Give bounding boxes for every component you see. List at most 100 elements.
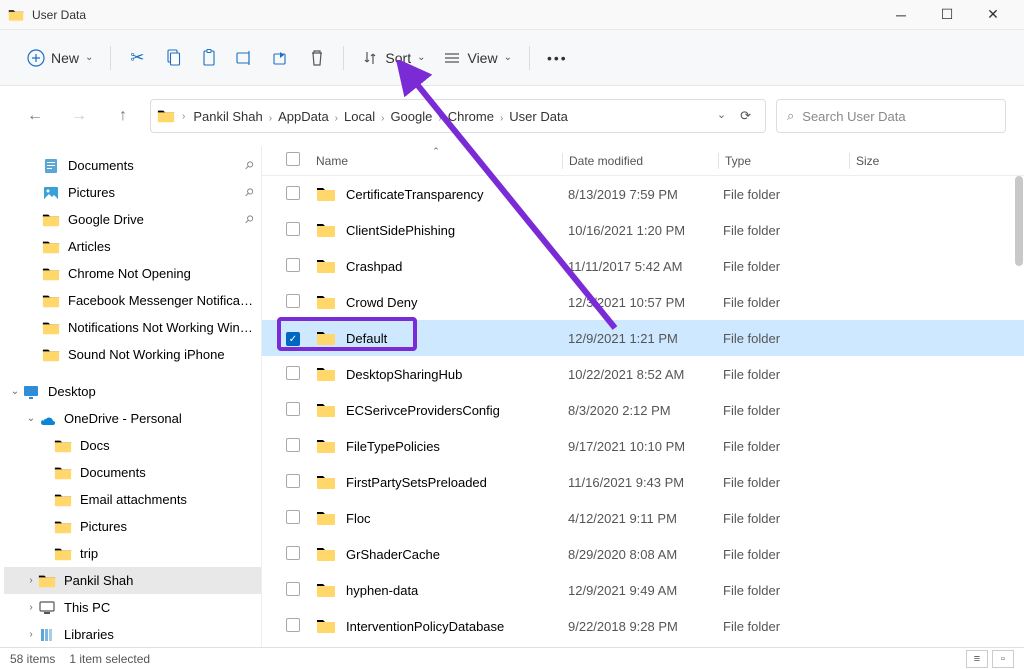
folder-icon [42, 347, 60, 363]
column-header-date[interactable]: Date modified [563, 154, 718, 168]
file-name: ClientSidePhishing [346, 223, 455, 238]
item-count: 58 items [10, 652, 55, 666]
forward-button[interactable]: → [62, 99, 96, 133]
table-row[interactable]: ECSerivceProvidersConfig 8/3/2020 2:12 P… [262, 392, 1024, 428]
breadcrumb-segment[interactable]: AppData [273, 106, 334, 127]
scissors-icon: ✂ [128, 49, 146, 67]
sidebar-tree-item[interactable]: Docs [4, 432, 261, 459]
column-header-name[interactable]: ⌃ Name [310, 154, 562, 168]
expand-icon[interactable]: ⌄ [24, 413, 38, 424]
column-header-type[interactable]: Type [719, 154, 849, 168]
sidebar-item[interactable]: Facebook Messenger Notifications [4, 287, 261, 314]
file-type: File folder [717, 583, 847, 598]
row-checkbox[interactable] [280, 582, 310, 599]
chevron-down-icon[interactable]: ⌄ [717, 108, 726, 124]
folder-icon [54, 519, 72, 535]
row-checkbox[interactable] [280, 258, 310, 275]
share-button[interactable] [263, 43, 299, 73]
sidebar-item[interactable]: Pictures⚲ [4, 179, 261, 206]
table-row[interactable]: FileTypePolicies 9/17/2021 10:10 PM File… [262, 428, 1024, 464]
scrollbar[interactable] [1015, 176, 1023, 266]
row-checkbox[interactable] [280, 510, 310, 527]
refresh-button[interactable]: ⟳ [732, 108, 759, 124]
sidebar-tree-item[interactable]: Documents [4, 459, 261, 486]
sidebar-item[interactable]: Documents⚲ [4, 152, 261, 179]
back-button[interactable]: ← [18, 99, 52, 133]
table-row[interactable]: CertificateTransparency 8/13/2019 7:59 P… [262, 176, 1024, 212]
file-list: ⌃ Name Date modified Type Size Certifica… [262, 146, 1024, 647]
row-checkbox[interactable] [280, 474, 310, 491]
table-row[interactable]: ✓ Default 12/9/2021 1:21 PM File folder [262, 320, 1024, 356]
sidebar-item-label: Facebook Messenger Notifications [68, 293, 253, 308]
close-button[interactable]: ✕ [970, 0, 1016, 30]
row-checkbox[interactable] [280, 366, 310, 383]
table-row[interactable]: FirstPartySetsPreloaded 11/16/2021 9:43 … [262, 464, 1024, 500]
row-checkbox[interactable]: ✓ [280, 330, 310, 347]
sidebar-tree-item[interactable]: trip [4, 540, 261, 567]
thumbnails-view-button[interactable]: ▫ [992, 650, 1014, 668]
more-button[interactable]: ••• [538, 44, 577, 72]
chevron-down-icon: ⌄ [504, 52, 512, 63]
row-checkbox[interactable] [280, 186, 310, 203]
onedrive-icon [38, 411, 56, 427]
details-view-button[interactable]: ≡ [966, 650, 988, 668]
sidebar-item[interactable]: Google Drive⚲ [4, 206, 261, 233]
column-header-size[interactable]: Size [850, 154, 930, 168]
table-row[interactable]: InterventionPolicyDatabase 9/22/2018 9:2… [262, 608, 1024, 644]
sidebar[interactable]: Documents⚲Pictures⚲Google Drive⚲Articles… [0, 146, 262, 647]
sidebar-tree-item[interactable]: Pictures [4, 513, 261, 540]
breadcrumb-segment[interactable]: User Data [504, 106, 573, 127]
view-icon [443, 49, 461, 67]
sidebar-item[interactable]: Notifications Not Working Windows [4, 314, 261, 341]
table-row[interactable]: Crashpad 11/11/2017 5:42 AM File folder [262, 248, 1024, 284]
copy-button[interactable] [155, 43, 191, 73]
address-bar[interactable]: › Pankil Shah›AppData›Local›Google›Chrom… [150, 99, 766, 133]
breadcrumb-segment[interactable]: Local [339, 106, 380, 127]
sidebar-tree-item[interactable]: ›This PC [4, 594, 261, 621]
file-date: 8/3/2020 2:12 PM [562, 403, 717, 418]
view-button[interactable]: View ⌄ [434, 43, 520, 73]
table-row[interactable]: hyphen-data 12/9/2021 9:49 AM File folde… [262, 572, 1024, 608]
sidebar-tree-item[interactable]: ›Pankil Shah [4, 567, 261, 594]
row-checkbox[interactable] [280, 222, 310, 239]
breadcrumb-segment[interactable]: Google [385, 106, 437, 127]
chevron-right-icon: › [437, 113, 442, 124]
sidebar-tree-item[interactable]: ›Libraries [4, 621, 261, 647]
up-button[interactable]: ↑ [106, 99, 140, 133]
rename-button[interactable] [227, 43, 263, 73]
row-checkbox[interactable] [280, 294, 310, 311]
table-row[interactable]: Floc 4/12/2021 9:11 PM File folder [262, 500, 1024, 536]
table-row[interactable]: DesktopSharingHub 10/22/2021 8:52 AM Fil… [262, 356, 1024, 392]
sidebar-tree-item[interactable]: Email attachments [4, 486, 261, 513]
row-checkbox[interactable] [280, 618, 310, 635]
row-checkbox[interactable] [280, 438, 310, 455]
row-checkbox[interactable] [280, 402, 310, 419]
breadcrumb-segment[interactable]: Chrome [443, 106, 499, 127]
expand-icon[interactable]: › [24, 629, 38, 640]
sidebar-tree-item[interactable]: ⌄Desktop [4, 378, 261, 405]
delete-button[interactable] [299, 43, 335, 73]
minimize-button[interactable]: ─ [878, 0, 924, 30]
sidebar-item[interactable]: Chrome Not Opening [4, 260, 261, 287]
maximize-button[interactable]: ☐ [924, 0, 970, 30]
breadcrumb-segment[interactable]: Pankil Shah [188, 106, 267, 127]
row-checkbox[interactable] [280, 546, 310, 563]
sort-button[interactable]: Sort ⌄ [352, 43, 434, 73]
table-row[interactable]: Crowd Deny 12/3/2021 10:57 PM File folde… [262, 284, 1024, 320]
select-all-checkbox[interactable] [280, 152, 310, 169]
cut-button[interactable]: ✂ [119, 43, 155, 73]
sidebar-tree-item[interactable]: ⌄OneDrive - Personal [4, 405, 261, 432]
expand-icon[interactable]: › [24, 602, 38, 613]
expand-icon[interactable]: › [24, 575, 38, 586]
expand-icon[interactable]: ⌄ [8, 386, 22, 397]
sidebar-item[interactable]: Articles [4, 233, 261, 260]
paste-button[interactable] [191, 43, 227, 73]
sidebar-item[interactable]: Sound Not Working iPhone [4, 341, 261, 368]
search-input[interactable]: ⌕ Search User Data [776, 99, 1006, 133]
new-button[interactable]: New ⌄ [18, 43, 102, 73]
file-date: 11/11/2017 5:42 AM [562, 259, 717, 274]
table-row[interactable]: GrShaderCache 8/29/2020 8:08 AM File fol… [262, 536, 1024, 572]
table-row[interactable]: ClientSidePhishing 10/16/2021 1:20 PM Fi… [262, 212, 1024, 248]
folder-icon [54, 546, 72, 562]
file-name: DesktopSharingHub [346, 367, 462, 382]
